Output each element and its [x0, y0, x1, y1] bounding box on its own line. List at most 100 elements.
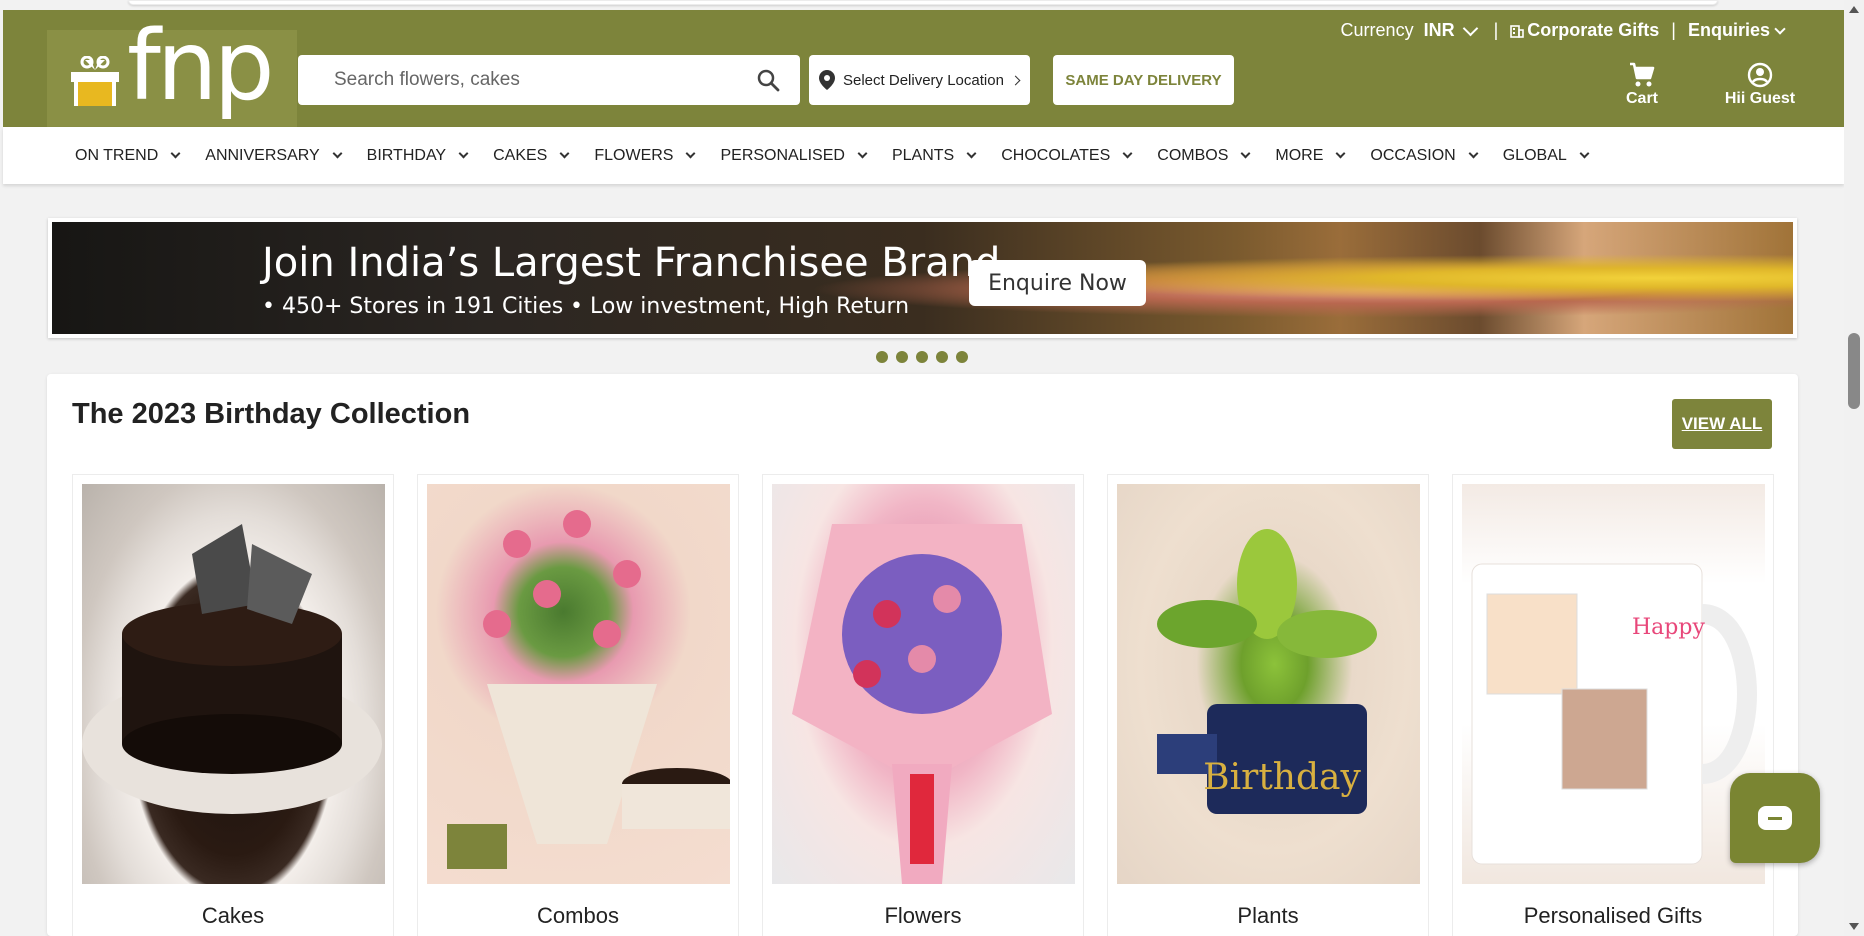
nav-item-flowers[interactable]: FLOWERS — [594, 147, 696, 165]
carousel-dot[interactable] — [896, 351, 908, 363]
card-label: Cakes — [201, 903, 265, 928]
nav-item-label: ON TREND — [75, 146, 159, 164]
carousel-dot[interactable] — [936, 351, 948, 363]
chevron-down-icon[interactable] — [1774, 22, 1786, 35]
chevron-down-icon — [857, 148, 868, 159]
chevron-down-icon — [1468, 148, 1479, 159]
birthday-collection-section: The 2023 Birthday Collection VIEW ALL Ca… — [47, 374, 1798, 936]
nav-item-personalised[interactable]: PERSONALISED — [720, 146, 868, 165]
location-pin-icon — [819, 70, 835, 90]
view-all-button[interactable]: VIEW ALL — [1672, 399, 1772, 449]
category-card-cakes[interactable]: Cakes — [72, 474, 394, 936]
nav-item-chocolates[interactable]: CHOCOLATES — [1001, 146, 1133, 165]
top-strip-card — [128, 0, 1718, 5]
nav-item-plants[interactable]: PLANTS — [891, 146, 977, 165]
banner-bullet: • Low investment, High Return — [570, 294, 910, 319]
mug-image: Happy — [1462, 484, 1765, 884]
banner-image: Join India’s Largest Franchisee Brand • … — [52, 222, 1793, 334]
delivery-location-button[interactable]: Select Delivery Location — [809, 55, 1030, 105]
nav-item-label: OCCASION — [1370, 146, 1456, 164]
chevron-down-icon — [1579, 148, 1590, 159]
plant-illustration: Birthday — [1157, 529, 1377, 814]
nav-item-label: GLOBAL — [1502, 146, 1567, 164]
cake-image — [82, 484, 385, 884]
chevron-down-icon — [332, 148, 343, 159]
card-label: Personalised Gifts — [1523, 903, 1703, 928]
category-card-combos[interactable]: Combos — [417, 474, 739, 936]
nav-item-label: PERSONALISED — [720, 146, 845, 164]
chat-widget-button[interactable] — [1730, 773, 1820, 863]
search-bar — [298, 55, 800, 105]
banner-headline: Join India’s Largest Franchisee Brand — [262, 240, 1001, 286]
nav-item-more[interactable]: MORE — [1275, 146, 1346, 165]
category-card-plants[interactable]: Birthday Plants — [1107, 474, 1429, 936]
search-input[interactable] — [298, 55, 754, 105]
nav-item-label: CAKES — [493, 146, 548, 164]
nav-item-combos[interactable]: COMBOS — [1157, 146, 1251, 165]
corporate-gifts-link[interactable]: Corporate Gifts — [1527, 20, 1659, 41]
chevron-down-icon — [1335, 148, 1346, 159]
carousel-dot[interactable] — [916, 351, 928, 363]
plant-image-text: Birthday — [1203, 757, 1361, 798]
cake-illustration — [82, 524, 382, 814]
account-button[interactable]: Hii Guest — [1700, 62, 1820, 108]
chevron-down-icon — [966, 148, 977, 159]
chevron-right-icon — [1010, 75, 1021, 85]
nav-item-on-trend[interactable]: ON TREND — [75, 146, 181, 165]
top-strip — [0, 0, 1844, 10]
chevron-down-icon — [170, 148, 181, 159]
combo-illustration — [447, 510, 730, 869]
search-icon[interactable] — [756, 68, 780, 92]
cart-icon — [1630, 62, 1655, 87]
nav-item-label: COMBOS — [1157, 146, 1229, 164]
category-card-flowers[interactable]: Flowers — [762, 474, 1084, 936]
scroll-up-arrow-icon[interactable] — [1849, 6, 1859, 13]
carousel-dot[interactable] — [876, 351, 888, 363]
cart-button[interactable]: Cart — [1614, 62, 1670, 108]
carousel-dot[interactable] — [956, 351, 968, 363]
flower-image — [772, 484, 1075, 884]
nav-item-anniversary[interactable]: ANNIVERSARY — [205, 147, 343, 165]
franchise-banner[interactable]: Join India’s Largest Franchisee Brand • … — [48, 218, 1797, 338]
carousel-dots — [876, 351, 968, 363]
nav-item-cakes[interactable]: CAKES — [493, 146, 570, 165]
scroll-down-arrow-icon[interactable] — [1849, 923, 1859, 930]
chevron-down-icon — [458, 148, 469, 159]
building-icon — [1510, 24, 1525, 38]
nav-item-label: CHOCOLATES — [1001, 146, 1111, 164]
scrollbar-thumb[interactable] — [1848, 333, 1860, 409]
nav-item-occasion[interactable]: OCCASION — [1370, 146, 1479, 165]
chevron-down-icon — [1122, 148, 1133, 159]
cart-label: Cart — [1625, 90, 1658, 107]
card-label: Flowers — [884, 903, 962, 928]
nav-item-global[interactable]: GLOBAL — [1502, 146, 1590, 165]
currency-label: Currency — [1340, 20, 1414, 40]
card-label: Combos — [537, 903, 619, 928]
mug-image-text: Happy — [1632, 615, 1705, 640]
delivery-location-label: Select Delivery Location — [843, 71, 1004, 89]
category-card-personalised-gifts[interactable]: Happy Personalised Gifts — [1452, 474, 1774, 936]
chevron-down-icon — [559, 148, 570, 159]
gift-box-icon — [71, 56, 119, 106]
nav-item-label: BIRTHDAY — [366, 146, 447, 164]
enquiries-menu[interactable]: Enquiries — [1688, 20, 1770, 41]
card-label: Plants — [1237, 903, 1299, 928]
banner-bullet: • 450+ Stores in 191 Cities — [262, 294, 564, 319]
user-label: Hii Guest — [1724, 90, 1796, 107]
enquire-now-button[interactable]: Enquire Now — [969, 260, 1146, 306]
same-day-delivery-button[interactable]: SAME DAY DELIVERY — [1053, 55, 1234, 105]
nav-item-label: MORE — [1275, 146, 1324, 164]
divider: | — [1493, 20, 1499, 40]
chevron-down-icon[interactable] — [1462, 20, 1478, 37]
chevron-down-icon — [686, 148, 696, 159]
nav-item-label: PLANTS — [891, 146, 955, 164]
currency-selector[interactable]: INR — [1424, 20, 1455, 41]
page-scrollbar[interactable] — [1844, 0, 1864, 936]
category-cards: Cakes Combos Flowers Birthday Plants Hap… — [72, 474, 1797, 936]
nav-item-birthday[interactable]: BIRTHDAY — [366, 146, 469, 165]
plant-image: Birthday — [1117, 484, 1420, 884]
fnp-logo[interactable]: fnp — [47, 18, 297, 127]
logo-text: fnp — [127, 10, 275, 122]
chevron-down-icon — [1240, 148, 1251, 159]
utility-bar: Currency INR | Corporate Gifts | Enquiri… — [1340, 20, 1786, 41]
